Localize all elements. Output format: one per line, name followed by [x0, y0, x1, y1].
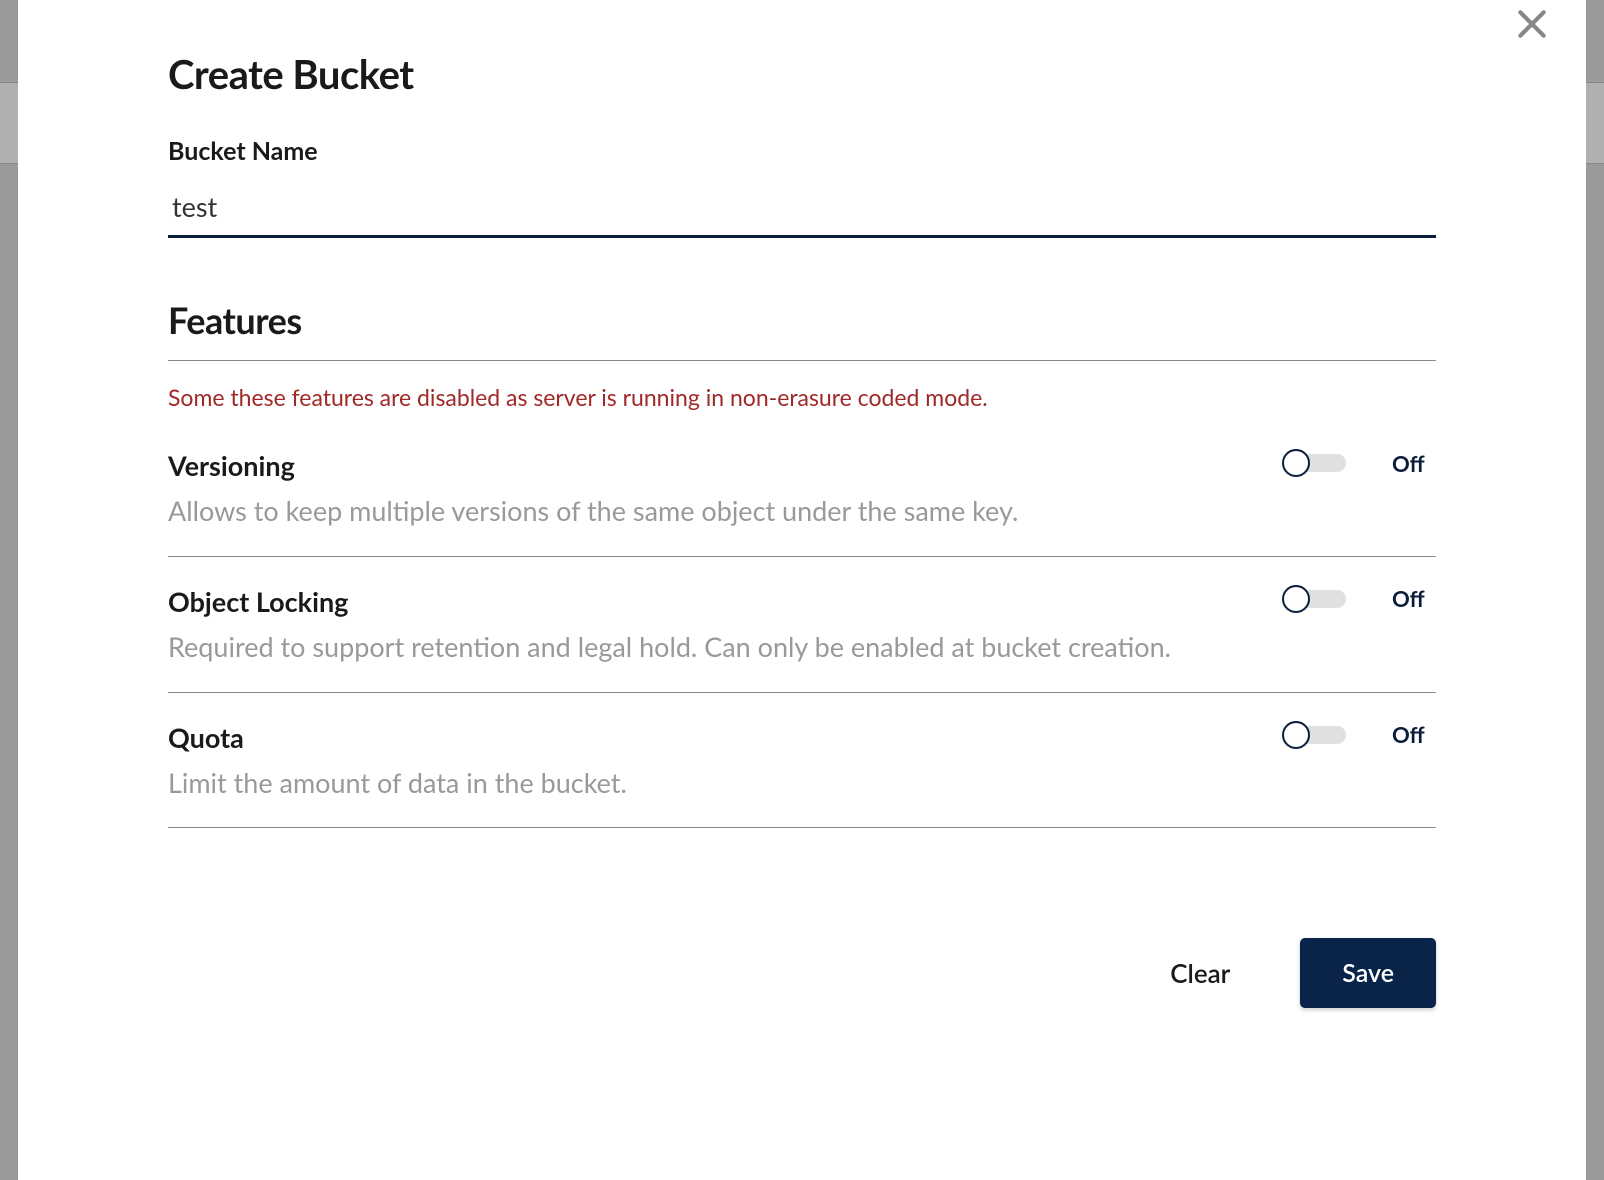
create-bucket-modal: Create Bucket Bucket Name Features Some … [18, 0, 1586, 1180]
versioning-toggle[interactable] [1282, 449, 1354, 477]
feature-title: Versioning [168, 449, 1242, 482]
features-section-title: Features [168, 298, 1436, 342]
close-button[interactable] [1508, 0, 1556, 48]
feature-description: Required to support retention and legal … [168, 628, 1242, 666]
modal-title: Create Bucket [168, 50, 1436, 98]
feature-row-quota: Quota Limit the amount of data in the bu… [168, 693, 1436, 829]
feature-row-versioning: Versioning Allows to keep multiple versi… [168, 421, 1436, 557]
clear-button[interactable]: Clear [1170, 957, 1230, 989]
bucket-name-input[interactable] [168, 184, 1436, 238]
features-warning: Some these features are disabled as serv… [168, 383, 1436, 411]
feature-title: Quota [168, 721, 1242, 754]
quota-toggle[interactable] [1282, 721, 1354, 749]
object-locking-toggle-state: Off [1392, 585, 1436, 612]
feature-description: Allows to keep multiple versions of the … [168, 492, 1242, 530]
feature-title: Object Locking [168, 585, 1242, 618]
quota-toggle-state: Off [1392, 721, 1436, 748]
save-button[interactable]: Save [1300, 938, 1436, 1008]
feature-row-object-locking: Object Locking Required to support reten… [168, 557, 1436, 693]
button-row: Clear Save [168, 938, 1436, 1008]
versioning-toggle-state: Off [1392, 450, 1436, 477]
close-icon [1512, 4, 1552, 44]
section-divider [168, 360, 1436, 361]
object-locking-toggle[interactable] [1282, 585, 1354, 613]
bucket-name-label: Bucket Name [168, 136, 1436, 166]
feature-description: Limit the amount of data in the bucket. [168, 764, 1242, 802]
